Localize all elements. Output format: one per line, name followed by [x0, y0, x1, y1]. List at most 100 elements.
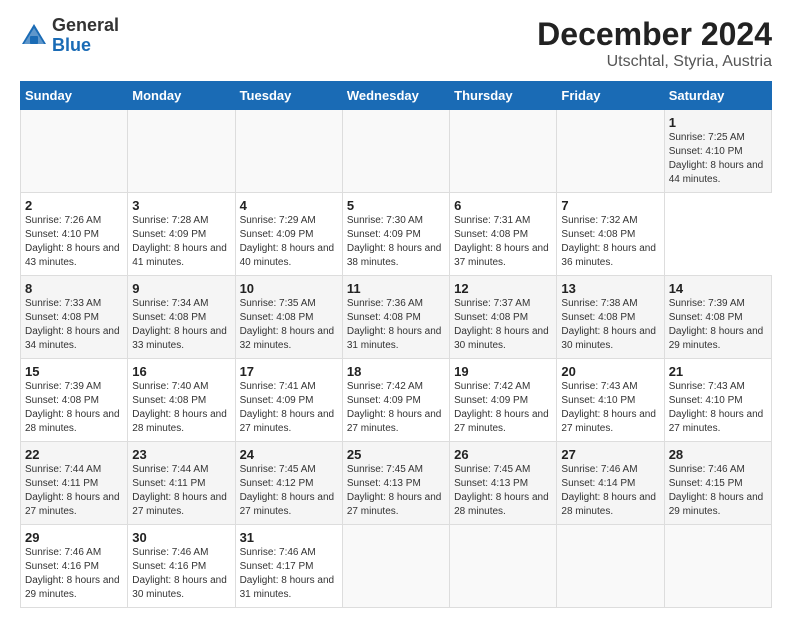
day-info: Sunrise: 7:45 AMSunset: 4:12 PMDaylight:…: [240, 463, 338, 519]
col-header-saturday: Saturday: [664, 82, 771, 110]
calendar-cell: 11Sunrise: 7:36 AMSunset: 4:08 PMDayligh…: [342, 276, 449, 359]
day-number: 13: [561, 281, 659, 296]
logo: General Blue: [20, 16, 119, 56]
calendar-cell: 26Sunrise: 7:45 AMSunset: 4:13 PMDayligh…: [450, 442, 557, 525]
day-number: 1: [669, 115, 767, 130]
day-info: Sunrise: 7:45 AMSunset: 4:13 PMDaylight:…: [347, 463, 445, 519]
calendar-table: SundayMondayTuesdayWednesdayThursdayFrid…: [20, 81, 772, 608]
day-number: 20: [561, 364, 659, 379]
logo-icon: [20, 22, 48, 50]
header: General Blue December 2024 Utschtal, Sty…: [20, 16, 772, 71]
calendar-cell: 18Sunrise: 7:42 AMSunset: 4:09 PMDayligh…: [342, 359, 449, 442]
day-number: 26: [454, 447, 552, 462]
day-info: Sunrise: 7:31 AMSunset: 4:08 PMDaylight:…: [454, 214, 552, 270]
week-row-4: 15Sunrise: 7:39 AMSunset: 4:08 PMDayligh…: [21, 359, 772, 442]
logo-general: General: [52, 16, 119, 36]
day-number: 28: [669, 447, 767, 462]
day-info: Sunrise: 7:46 AMSunset: 4:15 PMDaylight:…: [669, 463, 767, 519]
calendar-cell: [450, 110, 557, 193]
day-number: 18: [347, 364, 445, 379]
calendar-cell: [557, 525, 664, 608]
day-info: Sunrise: 7:46 AMSunset: 4:16 PMDaylight:…: [25, 546, 123, 602]
calendar-cell: 1Sunrise: 7:25 AMSunset: 4:10 PMDaylight…: [664, 110, 771, 193]
week-row-6: 29Sunrise: 7:46 AMSunset: 4:16 PMDayligh…: [21, 525, 772, 608]
title-section: December 2024 Utschtal, Styria, Austria: [537, 16, 772, 71]
day-number: 24: [240, 447, 338, 462]
calendar-cell: 13Sunrise: 7:38 AMSunset: 4:08 PMDayligh…: [557, 276, 664, 359]
calendar-cell: 14Sunrise: 7:39 AMSunset: 4:08 PMDayligh…: [664, 276, 771, 359]
day-info: Sunrise: 7:43 AMSunset: 4:10 PMDaylight:…: [561, 380, 659, 436]
day-number: 23: [132, 447, 230, 462]
calendar-cell: 4Sunrise: 7:29 AMSunset: 4:09 PMDaylight…: [235, 193, 342, 276]
day-number: 29: [25, 530, 123, 545]
logo-text: General Blue: [52, 16, 119, 56]
calendar-cell: 28Sunrise: 7:46 AMSunset: 4:15 PMDayligh…: [664, 442, 771, 525]
calendar-cell: [235, 110, 342, 193]
day-info: Sunrise: 7:41 AMSunset: 4:09 PMDaylight:…: [240, 380, 338, 436]
day-number: 6: [454, 198, 552, 213]
day-number: 31: [240, 530, 338, 545]
day-number: 30: [132, 530, 230, 545]
calendar-cell: 3Sunrise: 7:28 AMSunset: 4:09 PMDaylight…: [128, 193, 235, 276]
day-number: 25: [347, 447, 445, 462]
day-info: Sunrise: 7:39 AMSunset: 4:08 PMDaylight:…: [669, 297, 767, 353]
calendar-cell: 2Sunrise: 7:26 AMSunset: 4:10 PMDaylight…: [21, 193, 128, 276]
day-info: Sunrise: 7:32 AMSunset: 4:08 PMDaylight:…: [561, 214, 659, 270]
logo-blue: Blue: [52, 36, 119, 56]
day-info: Sunrise: 7:46 AMSunset: 4:14 PMDaylight:…: [561, 463, 659, 519]
day-info: Sunrise: 7:38 AMSunset: 4:08 PMDaylight:…: [561, 297, 659, 353]
calendar-cell: [342, 525, 449, 608]
day-info: Sunrise: 7:42 AMSunset: 4:09 PMDaylight:…: [347, 380, 445, 436]
day-number: 7: [561, 198, 659, 213]
calendar-cell: 17Sunrise: 7:41 AMSunset: 4:09 PMDayligh…: [235, 359, 342, 442]
calendar-cell: 29Sunrise: 7:46 AMSunset: 4:16 PMDayligh…: [21, 525, 128, 608]
calendar-cell: 21Sunrise: 7:43 AMSunset: 4:10 PMDayligh…: [664, 359, 771, 442]
day-number: 15: [25, 364, 123, 379]
day-info: Sunrise: 7:33 AMSunset: 4:08 PMDaylight:…: [25, 297, 123, 353]
day-info: Sunrise: 7:29 AMSunset: 4:09 PMDaylight:…: [240, 214, 338, 270]
calendar-cell: [664, 525, 771, 608]
day-info: Sunrise: 7:28 AMSunset: 4:09 PMDaylight:…: [132, 214, 230, 270]
calendar-cell: [128, 110, 235, 193]
calendar-cell: 16Sunrise: 7:40 AMSunset: 4:08 PMDayligh…: [128, 359, 235, 442]
day-info: Sunrise: 7:45 AMSunset: 4:13 PMDaylight:…: [454, 463, 552, 519]
day-number: 16: [132, 364, 230, 379]
week-row-5: 22Sunrise: 7:44 AMSunset: 4:11 PMDayligh…: [21, 442, 772, 525]
calendar-cell: 22Sunrise: 7:44 AMSunset: 4:11 PMDayligh…: [21, 442, 128, 525]
day-number: 27: [561, 447, 659, 462]
day-info: Sunrise: 7:42 AMSunset: 4:09 PMDaylight:…: [454, 380, 552, 436]
calendar-cell: 20Sunrise: 7:43 AMSunset: 4:10 PMDayligh…: [557, 359, 664, 442]
day-number: 4: [240, 198, 338, 213]
calendar-cell: 15Sunrise: 7:39 AMSunset: 4:08 PMDayligh…: [21, 359, 128, 442]
day-info: Sunrise: 7:37 AMSunset: 4:08 PMDaylight:…: [454, 297, 552, 353]
calendar-cell: 19Sunrise: 7:42 AMSunset: 4:09 PMDayligh…: [450, 359, 557, 442]
day-info: Sunrise: 7:46 AMSunset: 4:16 PMDaylight:…: [132, 546, 230, 602]
day-info: Sunrise: 7:46 AMSunset: 4:17 PMDaylight:…: [240, 546, 338, 602]
calendar-cell: 9Sunrise: 7:34 AMSunset: 4:08 PMDaylight…: [128, 276, 235, 359]
day-number: 14: [669, 281, 767, 296]
calendar-cell: 31Sunrise: 7:46 AMSunset: 4:17 PMDayligh…: [235, 525, 342, 608]
calendar-cell: 27Sunrise: 7:46 AMSunset: 4:14 PMDayligh…: [557, 442, 664, 525]
month-title: December 2024: [537, 16, 772, 53]
calendar-cell: 8Sunrise: 7:33 AMSunset: 4:08 PMDaylight…: [21, 276, 128, 359]
day-number: 8: [25, 281, 123, 296]
day-number: 19: [454, 364, 552, 379]
calendar-cell: 23Sunrise: 7:44 AMSunset: 4:11 PMDayligh…: [128, 442, 235, 525]
day-number: 2: [25, 198, 123, 213]
week-row-1: 1Sunrise: 7:25 AMSunset: 4:10 PMDaylight…: [21, 110, 772, 193]
calendar-cell: [450, 525, 557, 608]
day-number: 10: [240, 281, 338, 296]
day-info: Sunrise: 7:36 AMSunset: 4:08 PMDaylight:…: [347, 297, 445, 353]
col-header-friday: Friday: [557, 82, 664, 110]
calendar-cell: 5Sunrise: 7:30 AMSunset: 4:09 PMDaylight…: [342, 193, 449, 276]
col-header-thursday: Thursday: [450, 82, 557, 110]
calendar-cell: 30Sunrise: 7:46 AMSunset: 4:16 PMDayligh…: [128, 525, 235, 608]
day-number: 22: [25, 447, 123, 462]
day-info: Sunrise: 7:44 AMSunset: 4:11 PMDaylight:…: [25, 463, 123, 519]
page-container: General Blue December 2024 Utschtal, Sty…: [0, 0, 792, 620]
col-header-tuesday: Tuesday: [235, 82, 342, 110]
day-info: Sunrise: 7:39 AMSunset: 4:08 PMDaylight:…: [25, 380, 123, 436]
day-info: Sunrise: 7:35 AMSunset: 4:08 PMDaylight:…: [240, 297, 338, 353]
day-info: Sunrise: 7:40 AMSunset: 4:08 PMDaylight:…: [132, 380, 230, 436]
day-number: 3: [132, 198, 230, 213]
